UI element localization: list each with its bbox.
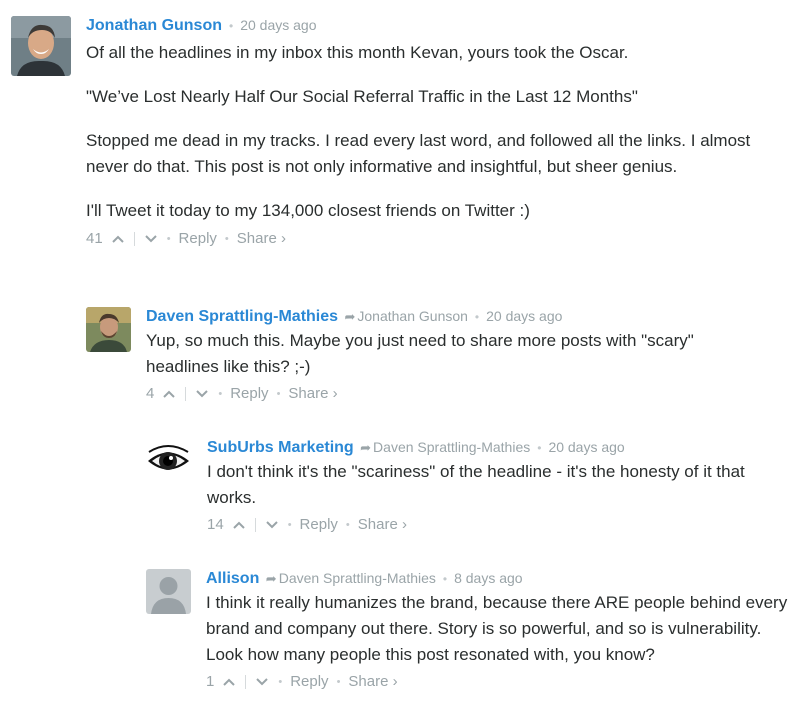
reply-link[interactable]: Reply	[230, 384, 268, 404]
comment-header: Jonathan Gunson • 20 days ago	[86, 16, 786, 34]
comment-footer: 41 • Reply • Share ›	[86, 229, 786, 249]
comment-header: Allison ➦ Daven Sprattling-Mathies • 8 days…	[206, 569, 796, 587]
downvote-button[interactable]	[143, 231, 159, 247]
separator-dot: •	[229, 19, 234, 33]
reply-link[interactable]: Reply	[300, 515, 338, 535]
chevron-down-icon	[196, 390, 209, 398]
chevron-up-icon	[223, 678, 236, 686]
separator-dot: •	[336, 676, 341, 688]
separator-dot: •	[166, 233, 171, 245]
reply-link[interactable]: Reply	[290, 672, 328, 692]
vote-count: 14	[207, 516, 224, 533]
share-link[interactable]: Share ›	[288, 384, 337, 404]
timestamp[interactable]: 20 days ago	[486, 308, 562, 324]
reply-arrow-icon: ➦	[265, 571, 277, 586]
avatar[interactable]	[86, 307, 131, 352]
comment-paragraph: I don't think it's the "scariness" of th…	[207, 462, 745, 507]
timestamp[interactable]: 20 days ago	[240, 17, 316, 33]
comment-paragraph: Of all the headlines in my inbox this mo…	[86, 43, 629, 62]
vote-divider	[185, 387, 187, 401]
separator-dot: •	[276, 388, 281, 400]
comment-paragraph: I'll Tweet it today to my 134,000 closes…	[86, 201, 530, 220]
separator-dot: •	[345, 519, 350, 531]
comment-footer: 1 • Reply • Share ›	[206, 672, 796, 692]
share-link[interactable]: Share ›	[348, 672, 397, 692]
separator-dot: •	[537, 441, 542, 455]
avatar[interactable]	[146, 438, 191, 483]
separator-dot: •	[278, 676, 283, 688]
chevron-up-icon	[232, 521, 245, 529]
author-name[interactable]: Jonathan Gunson	[86, 17, 222, 34]
in-reply-to[interactable]: ➦ Daven Sprattling-Mathies	[264, 570, 436, 586]
comment-text: I think it really humanizes the brand, b…	[206, 590, 796, 668]
timestamp[interactable]: 8 days ago	[454, 570, 523, 586]
chevron-down-icon	[265, 521, 278, 529]
avatar[interactable]	[11, 16, 71, 76]
author-name[interactable]: SubUrbs Marketing	[207, 439, 354, 456]
downvote-button[interactable]	[194, 386, 210, 402]
parent-author: Daven Sprattling-Mathies	[278, 570, 436, 586]
share-link[interactable]: Share ›	[358, 515, 407, 535]
comment-paragraph: Yup, so much this. Maybe you just need t…	[146, 331, 694, 376]
upvote-button[interactable]	[221, 674, 237, 690]
separator-dot: •	[474, 310, 480, 324]
comment-paragraph: "We’ve Lost Nearly Half Our Social Refer…	[86, 87, 638, 106]
vote-count: 4	[146, 385, 155, 402]
separator-dot: •	[287, 519, 292, 531]
avatar[interactable]	[146, 569, 191, 614]
upvote-button[interactable]	[110, 231, 126, 247]
share-link[interactable]: Share ›	[237, 229, 286, 249]
vote-divider	[133, 232, 135, 246]
in-reply-to[interactable]: ➦ Daven Sprattling-Mathies	[358, 439, 530, 455]
comment-header: Daven Sprattling-Mathies ➦ Jonathan Gunso…	[146, 307, 766, 325]
vote-count: 1	[206, 673, 215, 690]
chevron-up-icon	[163, 390, 176, 398]
timestamp[interactable]: 20 days ago	[548, 439, 624, 455]
reply-arrow-icon: ➦	[344, 309, 356, 324]
vote-divider	[245, 675, 247, 689]
comment-paragraph: I think it really humanizes the brand, b…	[206, 593, 788, 664]
chevron-up-icon	[111, 235, 124, 243]
comment-paragraph: Stopped me dead in my tracks. I read eve…	[86, 131, 751, 176]
downvote-button[interactable]	[264, 517, 280, 533]
in-reply-to[interactable]: ➦ Jonathan Gunson	[342, 308, 467, 324]
comment-text: Of all the headlines in my inbox this mo…	[86, 40, 786, 224]
upvote-button[interactable]	[231, 517, 247, 533]
reply-link[interactable]: Reply	[179, 229, 217, 249]
comment-footer: 4 • Reply • Share ›	[146, 384, 766, 404]
author-name[interactable]: Daven Sprattling-Mathies	[146, 308, 338, 325]
comment-header: SubUrbs Marketing ➦ Daven Sprattling-Math…	[207, 438, 797, 456]
separator-dot: •	[218, 388, 223, 400]
vote-count: 41	[86, 230, 103, 247]
vote-divider	[254, 518, 256, 532]
separator-dot: •	[224, 233, 229, 245]
comment-footer: 14 • Reply • Share ›	[207, 515, 797, 535]
parent-author: Daven Sprattling-Mathies	[373, 439, 531, 455]
author-name[interactable]: Allison	[206, 570, 259, 587]
parent-author: Jonathan Gunson	[357, 308, 468, 324]
separator-dot: •	[442, 572, 448, 586]
downvote-button[interactable]	[254, 674, 270, 690]
chevron-down-icon	[256, 678, 269, 686]
comment-text: Yup, so much this. Maybe you just need t…	[146, 328, 766, 380]
chevron-down-icon	[144, 235, 157, 243]
comment-text: I don't think it's the "scariness" of th…	[207, 459, 797, 511]
reply-arrow-icon: ➦	[360, 440, 372, 455]
upvote-button[interactable]	[161, 386, 177, 402]
